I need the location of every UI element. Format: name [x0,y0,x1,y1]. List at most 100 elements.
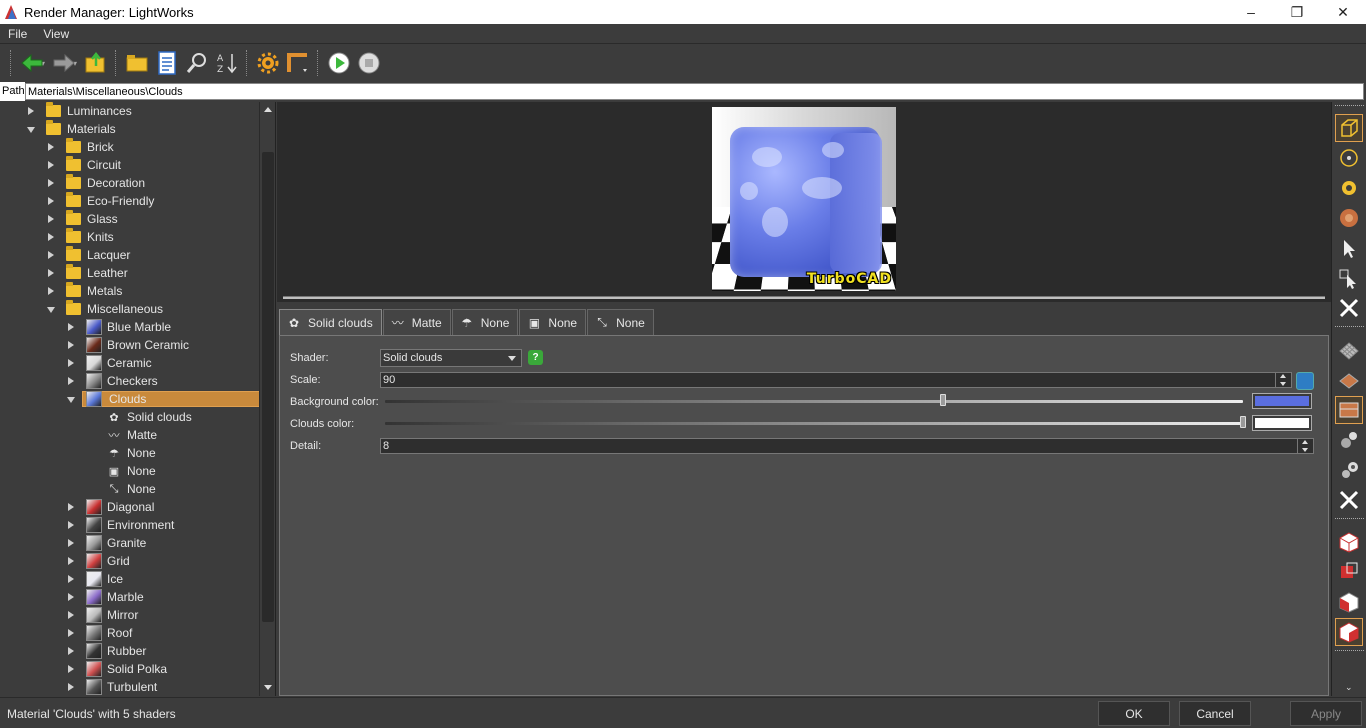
delete-icon[interactable] [1335,294,1363,322]
expand-arrow-icon[interactable] [66,556,76,566]
tab-shader-1[interactable]: 〰 Matte [382,309,451,335]
expand-arrow-icon[interactable] [66,664,76,674]
camera-icon[interactable] [1335,456,1363,484]
expand-arrow-icon[interactable] [66,502,76,512]
sort-az-icon[interactable]: AZ [212,48,242,78]
expand-arrow-icon[interactable] [66,646,76,656]
expand-arrow-icon[interactable] [66,574,76,584]
shader-select[interactable]: Solid clouds [380,349,522,367]
tree-item[interactable]: Checkers [66,372,158,390]
expand-arrow-icon[interactable] [66,358,76,368]
scroll-thumb[interactable] [262,152,274,622]
menu-file[interactable]: File [0,27,35,41]
expand-arrow-icon[interactable] [26,106,36,116]
stop-render-icon[interactable] [354,48,384,78]
folder-icon[interactable] [122,48,152,78]
tree-item[interactable]: ☂ None [86,444,156,462]
tree-item[interactable]: Miscellaneous [46,300,163,318]
search-icon[interactable] [182,48,212,78]
tab-shader-3[interactable]: ▣ None [519,309,587,335]
path-field[interactable]: Materials\Miscellaneous\Clouds [25,83,1364,100]
clouds-color-slider[interactable] [385,422,1243,425]
scale-spinner[interactable] [1275,373,1291,387]
object-split-cube-icon[interactable] [1335,588,1363,616]
expand-arrow-icon[interactable] [46,142,56,152]
back-arrow-icon[interactable] [17,48,47,78]
tree-item[interactable]: Environment [66,516,174,534]
tree-item[interactable]: Rubber [66,642,146,660]
expand-arrow-icon[interactable] [66,682,76,692]
box-mapping-icon[interactable] [1335,114,1363,142]
tree-item[interactable]: Ice [66,570,123,588]
menu-view[interactable]: View [35,27,77,41]
tree-scrollbar[interactable] [259,102,275,696]
pick-material-icon[interactable] [1335,264,1363,292]
maximize-button[interactable]: ❐ [1274,0,1320,24]
cylinder-mapping-icon[interactable] [1335,174,1363,202]
cancel-button[interactable]: Cancel [1179,701,1251,726]
tree-item[interactable]: Metals [46,282,122,300]
expand-arrow-icon[interactable] [66,610,76,620]
surface-grid-icon[interactable] [1335,336,1363,364]
layer-brown-icon[interactable] [1335,366,1363,394]
expand-arrow-icon[interactable] [66,340,76,350]
tree-item[interactable]: Brown Ceramic [66,336,189,354]
detail-spinner[interactable] [1297,439,1313,453]
reset-scale-icon[interactable] [1296,372,1314,390]
collapse-arrow-icon[interactable] [26,124,36,134]
tree-item[interactable]: Clouds [66,390,268,408]
expand-arrow-icon[interactable] [46,160,56,170]
document-icon[interactable] [152,48,182,78]
object-red-cube-icon[interactable] [1335,558,1363,586]
scroll-down-icon[interactable] [262,682,274,694]
expand-arrow-icon[interactable] [46,286,56,296]
help-icon[interactable]: ? [528,350,543,365]
background-color-slider-thumb[interactable] [939,394,946,406]
tree-item[interactable]: Brick [46,138,114,156]
collapse-arrow-icon[interactable] [66,394,76,404]
expand-arrow-icon[interactable] [66,376,76,386]
background-color-slider[interactable] [385,400,1243,403]
tree-item[interactable]: Granite [66,534,146,552]
light-icon[interactable] [1335,426,1363,454]
tree-item[interactable]: Marble [66,588,144,606]
delete-light-icon[interactable] [1335,486,1363,514]
expand-arrow-icon[interactable] [46,232,56,242]
expand-arrow-icon[interactable] [46,196,56,206]
tree-item[interactable]: Grid [66,552,130,570]
collapse-arrow-icon[interactable] [46,304,56,314]
up-folder-icon[interactable] [81,48,111,78]
tree-item[interactable]: Solid Polka [66,660,167,678]
tree-item[interactable]: Leather [46,264,128,282]
object-selected-cube-icon[interactable] [1335,618,1363,646]
tree-item[interactable]: Decoration [46,174,145,192]
expand-arrow-icon[interactable] [66,592,76,602]
expand-arrow-icon[interactable] [46,178,56,188]
clouds-color-slider-thumb[interactable] [1240,416,1246,428]
scroll-up-icon[interactable] [262,104,274,116]
tree-item[interactable]: Blue Marble [66,318,171,336]
settings-gear-icon[interactable] [253,48,283,78]
tree-item[interactable]: ▣ None [86,462,156,480]
tree-item[interactable]: Eco-Friendly [46,192,154,210]
tree-item[interactable]: Turbulent [66,678,157,696]
tab-shader-4[interactable]: ⤡ None [587,309,654,335]
tree-item[interactable]: ⤡ None [86,480,156,498]
tree-item[interactable]: Mirror [66,606,138,624]
tree-item[interactable]: Luminances [26,102,132,120]
tree-item[interactable]: Materials [26,120,116,138]
forward-arrow-icon[interactable] [49,48,79,78]
material-ball-icon[interactable] [1335,204,1363,232]
layer-texture-icon[interactable] [1335,396,1363,424]
play-render-icon[interactable] [324,48,354,78]
tab-shader-0[interactable]: ✿ Solid clouds [279,309,382,335]
detail-field[interactable]: 8 [380,438,1314,454]
tree-item[interactable]: 〰 Matte [86,426,158,444]
tree-item[interactable]: Circuit [46,156,121,174]
clouds-color-swatch[interactable] [1252,415,1312,431]
expand-arrow-icon[interactable] [66,628,76,638]
tree-item[interactable]: Knits [46,228,114,246]
ok-button[interactable]: OK [1098,701,1170,726]
expand-arrow-icon[interactable] [46,268,56,278]
tree-item[interactable]: ✿ Solid clouds [86,408,191,426]
